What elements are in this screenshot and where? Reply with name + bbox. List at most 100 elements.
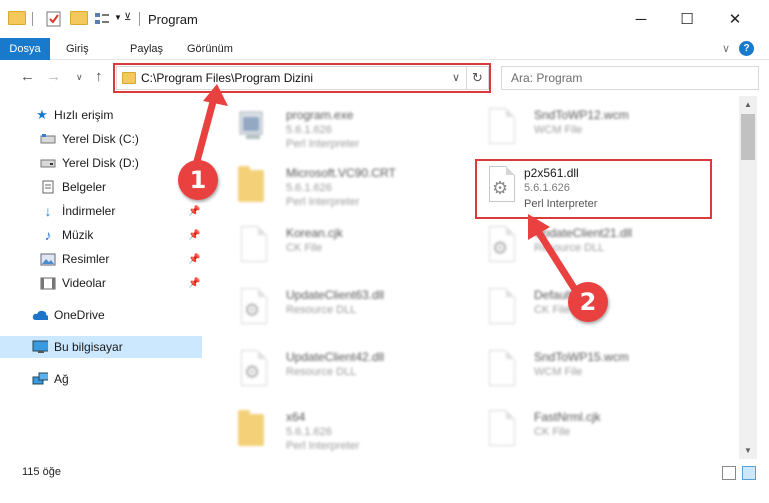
scrollbar-thumb[interactable] bbox=[741, 114, 755, 160]
recent-dropdown-icon[interactable]: ∨ bbox=[76, 72, 83, 83]
file-name: x64 bbox=[286, 410, 306, 424]
window-title: Program bbox=[148, 12, 198, 27]
quick-access-dropdown-icon[interactable]: ▼ bbox=[114, 13, 122, 29]
file-item[interactable]: Korean.cjk CK File bbox=[226, 220, 466, 276]
view-options-icon[interactable] bbox=[94, 11, 110, 27]
folder-icon bbox=[238, 166, 266, 204]
address-highlight-box bbox=[113, 63, 491, 93]
network-icon bbox=[32, 372, 48, 386]
document-icon bbox=[40, 180, 56, 194]
folder-icon bbox=[238, 410, 266, 448]
ribbon-tabs: Dosya Giriş Paylaş Görünüm ∨ ? bbox=[0, 38, 769, 60]
file-item[interactable]: ⚙ UpdateClient63.dll Resource DLL bbox=[226, 282, 466, 338]
download-icon: ↓ bbox=[44, 203, 52, 219]
file-detail: CK File bbox=[534, 304, 571, 316]
file-detail: Resource DLL bbox=[534, 242, 605, 254]
sidebar-item-label: OneDrive bbox=[54, 308, 105, 322]
star-icon: ★ bbox=[36, 107, 48, 122]
minimize-button[interactable]: ─ bbox=[618, 6, 664, 32]
sidebar-item-documents[interactable]: Belgeler bbox=[0, 176, 202, 198]
maximize-button[interactable]: ☐ bbox=[664, 6, 710, 32]
sidebar-item-label: Müzik bbox=[62, 228, 94, 242]
details-view-icon[interactable] bbox=[722, 466, 736, 480]
ribbon-collapse-icon[interactable]: ∨ bbox=[712, 38, 740, 60]
sidebar-item-onedrive[interactable]: OneDrive bbox=[0, 304, 202, 326]
help-icon[interactable]: ? bbox=[739, 41, 754, 56]
file-detail: CK File bbox=[286, 242, 323, 254]
sidebar-item-pictures[interactable]: Resimler 📌 bbox=[0, 248, 202, 270]
sidebar-item-this-pc[interactable]: Bu bilgisayar bbox=[0, 336, 202, 358]
callout-badge-2: 2 bbox=[568, 282, 608, 322]
file-item[interactable]: ⚙ UpdateClient21.dll Resource DLL bbox=[474, 220, 714, 276]
address-row: ← → ∨ ↑ C:\Program Files\Program Dizini … bbox=[0, 60, 769, 96]
sidebar-item-label: Hızlı erişim bbox=[54, 108, 114, 122]
scroll-down-icon[interactable]: ▼ bbox=[739, 442, 757, 459]
up-arrow-icon[interactable]: ↑ bbox=[95, 68, 103, 85]
file-name: SndToWP12.wcm bbox=[534, 108, 629, 122]
file-name: program.exe bbox=[286, 108, 354, 122]
sidebar-item-local-disk-d[interactable]: Yerel Disk (D:) bbox=[0, 152, 202, 174]
file-list: program.exe 5.6.1.626 Perl Interpreter S… bbox=[210, 96, 739, 459]
pin-icon: 📌 bbox=[188, 277, 201, 289]
sidebar-item-label: Resimler bbox=[62, 252, 110, 266]
file-item[interactable]: program.exe 5.6.1.626 Perl Interpreter bbox=[226, 102, 466, 158]
file-item[interactable]: SndToWP12.wcm WCM File bbox=[474, 102, 714, 158]
file-detail: Perl Interpreter bbox=[286, 196, 360, 208]
file-item[interactable]: x64 5.6.1.626 Perl Interpreter bbox=[226, 404, 466, 459]
tab-share[interactable]: Paylaş bbox=[120, 38, 173, 60]
item-count: 115 öğe bbox=[22, 466, 61, 478]
scroll-up-icon[interactable]: ▲ bbox=[739, 96, 757, 113]
sidebar-item-local-disk-c[interactable]: Yerel Disk (C:) bbox=[0, 128, 202, 150]
search-input[interactable] bbox=[502, 67, 758, 89]
file-icon bbox=[486, 108, 515, 146]
file-highlight-box bbox=[475, 159, 712, 219]
file-item[interactable]: Microsoft.VC90.CRT 5.6.1.626 Perl Interp… bbox=[226, 160, 466, 216]
file-detail: 5.6.1.626 bbox=[286, 426, 332, 438]
dll-gear-icon: ⚙ bbox=[238, 350, 267, 388]
tiles-view-icon[interactable] bbox=[742, 466, 756, 480]
file-name: SndToWP15.wcm bbox=[534, 350, 629, 364]
pin-icon: 📌 bbox=[188, 253, 201, 265]
file-name: FastNrml.cjk bbox=[534, 410, 601, 424]
tab-file[interactable]: Dosya bbox=[0, 38, 50, 60]
drive-icon bbox=[40, 132, 56, 146]
vertical-scrollbar[interactable]: ▲ ▼ bbox=[739, 96, 757, 459]
file-item[interactable]: ⚙ UpdateClient42.dll Resource DLL bbox=[226, 344, 466, 400]
close-button[interactable]: ✕ bbox=[712, 6, 758, 32]
file-detail: WCM File bbox=[534, 366, 583, 378]
cloud-icon bbox=[32, 308, 48, 322]
customize-icon[interactable]: ⊻ bbox=[124, 12, 131, 28]
navigation-pane: ★ Hızlı erişim Yerel Disk (C:) Yerel Dis… bbox=[0, 96, 210, 459]
separator bbox=[32, 12, 33, 26]
file-detail: Resource DLL bbox=[286, 304, 357, 316]
sidebar-item-quick-access[interactable]: ★ Hızlı erişim bbox=[0, 104, 202, 126]
sidebar-item-videos[interactable]: Videolar 📌 bbox=[0, 272, 202, 294]
new-folder-icon[interactable] bbox=[70, 11, 88, 27]
file-name: Korean.cjk bbox=[286, 226, 343, 240]
file-item[interactable]: SndToWP15.wcm WCM File bbox=[474, 344, 714, 400]
file-detail: Perl Interpreter bbox=[286, 440, 360, 452]
file-item[interactable]: FastNrml.cjk CK File bbox=[474, 404, 714, 459]
search-box[interactable] bbox=[501, 66, 759, 90]
tab-view[interactable]: Görünüm bbox=[177, 38, 243, 60]
file-icon bbox=[486, 410, 515, 448]
file-name: UpdateClient42.dll bbox=[286, 350, 385, 364]
music-icon: ♪ bbox=[44, 227, 52, 243]
dll-gear-icon: ⚙ bbox=[486, 226, 515, 264]
file-name: Microsoft.VC90.CRT bbox=[286, 166, 396, 180]
sidebar-item-music[interactable]: ♪ Müzik 📌 bbox=[0, 224, 202, 246]
file-detail: CK File bbox=[534, 426, 571, 438]
drive-icon bbox=[40, 156, 56, 170]
properties-icon[interactable] bbox=[46, 11, 62, 27]
sidebar-item-label: Ağ bbox=[54, 372, 69, 386]
back-arrow-icon[interactable]: ← bbox=[20, 68, 35, 85]
file-icon bbox=[486, 288, 515, 326]
sidebar-item-network[interactable]: Ağ bbox=[0, 368, 202, 390]
file-detail: Perl Interpreter bbox=[286, 138, 360, 150]
forward-arrow-icon[interactable]: → bbox=[46, 68, 61, 85]
tab-home[interactable]: Giriş bbox=[56, 38, 99, 60]
file-name: UpdateClient63.dll bbox=[286, 288, 385, 302]
file-detail: Resource DLL bbox=[286, 366, 357, 378]
sidebar-item-downloads[interactable]: ↓ İndirmeler 📌 bbox=[0, 200, 202, 222]
dll-gear-icon: ⚙ bbox=[238, 288, 267, 326]
